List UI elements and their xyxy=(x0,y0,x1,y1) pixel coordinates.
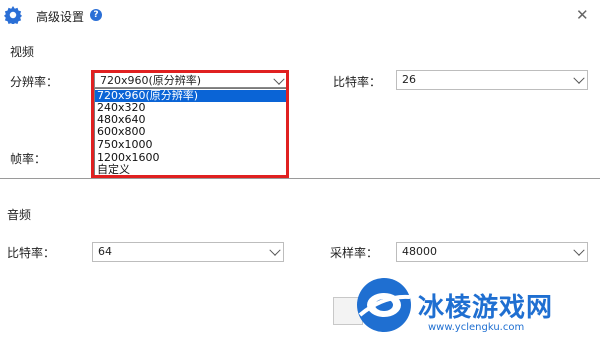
close-icon[interactable]: ✕ xyxy=(576,6,589,24)
video-bitrate-label: 比特率： xyxy=(333,75,382,89)
video-bitrate-value: 26 xyxy=(402,73,416,86)
chevron-down-icon xyxy=(273,73,285,85)
resolution-select[interactable]: 720x960(原分辨率) xyxy=(94,72,288,88)
audio-bitrate-select[interactable]: 64 xyxy=(92,242,284,262)
resolution-dropdown-list: 720x960(原分辨率) 240x320 480x640 600x800 75… xyxy=(94,88,288,176)
watermark-url: www.yclengku.com xyxy=(428,322,525,333)
framerate-label: 帧率： xyxy=(10,152,47,166)
chevron-down-icon xyxy=(573,244,585,256)
window-title: 高级设置 xyxy=(36,10,85,24)
question-circle-icon[interactable]: ? xyxy=(90,9,102,21)
resolution-label: 分辨率： xyxy=(10,75,59,89)
samplerate-value: 48000 xyxy=(402,245,437,258)
resolution-selected-value: 720x960(原分辨率) xyxy=(100,74,202,87)
chevron-down-icon xyxy=(573,72,585,84)
resolution-option[interactable]: 750x1000 xyxy=(95,139,287,151)
chevron-down-icon xyxy=(269,244,281,256)
audio-bitrate-value: 64 xyxy=(98,245,112,258)
samplerate-select[interactable]: 48000 xyxy=(396,242,588,262)
watermark-logo-icon xyxy=(357,278,411,332)
watermark-text: 冰棱游戏网 xyxy=(418,293,554,323)
samplerate-label: 采样率： xyxy=(330,246,379,260)
audio-section-label: 音频 xyxy=(7,208,32,222)
resolution-option[interactable]: 600x800 xyxy=(95,126,287,138)
audio-bitrate-label: 比特率： xyxy=(7,246,56,260)
title-bar: 高级设置 ? ✕ xyxy=(0,0,600,34)
gear-icon xyxy=(4,6,22,24)
video-bitrate-select[interactable]: 26 xyxy=(396,70,588,90)
section-divider xyxy=(0,178,600,179)
video-section-label: 视频 xyxy=(10,45,35,59)
resolution-option[interactable]: 自定义 xyxy=(95,164,287,176)
